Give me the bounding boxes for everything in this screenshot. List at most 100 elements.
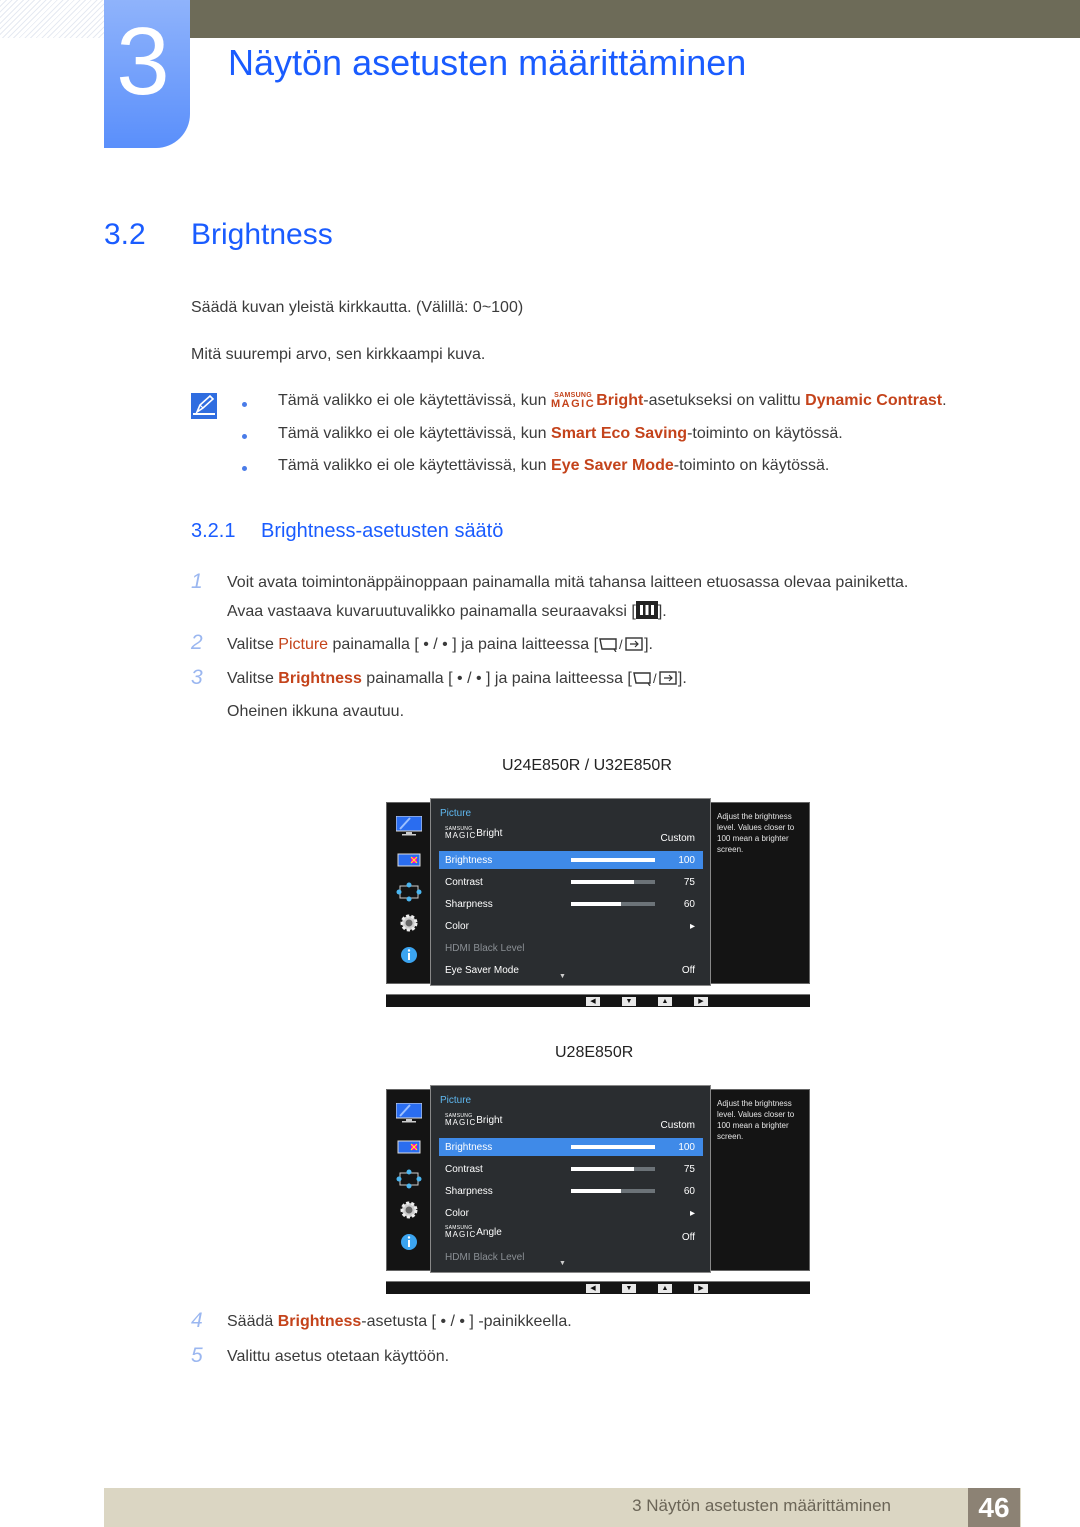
info-icon[interactable] xyxy=(396,945,422,965)
osd-item-value: 75 xyxy=(683,1164,695,1175)
osd-item-label: SAMSUNG MAGIC Bright xyxy=(445,826,503,840)
step-text-part: -asetusta [ • / • ] -painikkeella. xyxy=(361,1313,572,1330)
nav-left-button[interactable]: ◀ xyxy=(586,1284,600,1293)
bullet-icon xyxy=(242,402,247,407)
samsung-magic-logo: SAMSUNG MAGIC xyxy=(445,826,477,840)
osd-item-label: Sharpness xyxy=(445,1186,493,1197)
osd-item-value: Off xyxy=(681,965,695,976)
scroll-down-icon: ▼ xyxy=(559,973,566,980)
model-label: U24E850R / U32E850R xyxy=(502,757,672,774)
step-text: Säädä Brightness-asetusta [ • / • ] -pai… xyxy=(227,1313,572,1331)
bullet-icon xyxy=(242,466,247,471)
nav-left-button[interactable]: ◀ xyxy=(586,997,600,1006)
model-label: U28E850R xyxy=(555,1044,634,1061)
menu-button-icon xyxy=(635,601,658,619)
section-number: 3.2 xyxy=(104,218,146,251)
step-text: Avaa vastaava kuvaruutuvalikko painamall… xyxy=(227,601,667,621)
osd-item-value: ▸ xyxy=(689,921,695,932)
osd-menu-item-angle[interactable]: SAMSUNG MAGIC Angle Off xyxy=(439,1226,703,1244)
onscreen-display-icon[interactable] xyxy=(396,850,422,870)
step-text-part: ]. xyxy=(657,603,667,620)
note-text: Tämä valikko ei ole käytettävissä, kun xyxy=(278,425,552,442)
note-item: Tämä valikko ei ole käytettävissä, kun E… xyxy=(278,457,829,475)
nav-up-button[interactable]: ▲ xyxy=(658,997,672,1006)
magic-logo-bottom: MAGIC xyxy=(551,398,596,410)
osd-menu-item-color[interactable]: Color ▸ xyxy=(439,917,703,935)
osd-level-fill xyxy=(571,880,634,884)
osd-menu-item-brightness[interactable]: Brightness 100 xyxy=(439,1138,703,1156)
step-number: 1 xyxy=(191,570,203,593)
osd-item-value: Custom xyxy=(660,833,695,844)
osd-menu-item-sharpness[interactable]: Sharpness 60 xyxy=(439,895,703,913)
osd-menu-item-sharpness[interactable]: Sharpness 60 xyxy=(439,1182,703,1200)
osd-menu-item-contrast[interactable]: Contrast 75 xyxy=(439,873,703,891)
osd-screenshot: Adjust the brightness level. Values clos… xyxy=(386,1085,810,1297)
note-text: Tämä valikko ei ole käytettävissä, kun xyxy=(278,392,552,409)
osd-level-bar[interactable] xyxy=(571,1145,655,1149)
osd-item-label: HDMI Black Level xyxy=(445,943,525,954)
osd-help-panel: Adjust the brightness level. Values clos… xyxy=(710,802,810,984)
osd-item-value: 75 xyxy=(683,877,695,888)
osd-level-bar[interactable] xyxy=(571,1189,655,1193)
osd-item-value: 100 xyxy=(678,1142,695,1153)
osd-level-fill xyxy=(571,858,655,862)
nav-right-button[interactable]: ▶ xyxy=(694,997,708,1006)
step-number: 3 xyxy=(191,666,203,689)
osd-menu-item-color[interactable]: Color ▸ xyxy=(439,1204,703,1222)
step-text-part: ]. xyxy=(644,636,653,653)
osd-menu-item-hdmi-black-level[interactable]: HDMI Black Level xyxy=(439,939,703,957)
page-footer: 3 Näytön asetusten määrittäminen xyxy=(104,1488,1021,1527)
size-position-icon[interactable] xyxy=(396,1169,422,1189)
osd-menu-item-bright[interactable]: SAMSUNG MAGIC Bright Custom xyxy=(439,1114,703,1132)
step-text: Voit avata toimintonäppäinoppaan painama… xyxy=(227,574,909,591)
note-item: Tämä valikko ei ole käytettävissä, kun S… xyxy=(278,392,947,410)
onscreen-display-icon[interactable] xyxy=(396,1137,422,1157)
osd-item-label: SAMSUNG MAGIC Bright xyxy=(445,1113,503,1127)
svg-text:/: / xyxy=(653,671,657,686)
info-icon[interactable] xyxy=(396,1232,422,1252)
nav-down-button[interactable]: ▼ xyxy=(622,997,636,1006)
osd-help-panel: Adjust the brightness level. Values clos… xyxy=(710,1089,810,1271)
step-text-part: painamalla [ • / • ] ja paina laitteessa… xyxy=(328,636,599,653)
header-hatch-decoration xyxy=(0,0,104,38)
settings-gear-icon[interactable] xyxy=(396,913,422,933)
osd-item-value: 60 xyxy=(683,899,695,910)
osd-menu-title: Picture xyxy=(440,1095,472,1106)
note-text: Tämä valikko ei ole käytettävissä, kun xyxy=(278,457,552,474)
osd-item-label: Color xyxy=(445,1208,469,1219)
step-text-part: painamalla [ • / • ] ja paina laitteessa… xyxy=(361,670,632,687)
step-text-part: Avaa vastaava kuvaruutuvalikko painamall… xyxy=(227,603,636,620)
note-text: -toiminto on käytössä. xyxy=(673,457,830,474)
osd-item-label: Brightness xyxy=(445,855,493,866)
step-number: 5 xyxy=(191,1344,203,1367)
settings-gear-icon[interactable] xyxy=(396,1200,422,1220)
footer-chapter-title: 3 Näytön asetusten määrittäminen xyxy=(632,1496,891,1515)
note-text: -toiminto on käytössä. xyxy=(687,425,843,442)
osd-menu-item-contrast[interactable]: Contrast 75 xyxy=(439,1160,703,1178)
osd-level-fill xyxy=(571,1189,622,1193)
highlight-term: Brightness xyxy=(277,1313,362,1330)
size-position-icon[interactable] xyxy=(396,882,422,902)
osd-level-bar[interactable] xyxy=(571,880,655,884)
osd-menu-item-brightness[interactable]: Brightness 100 xyxy=(439,851,703,869)
nav-down-button[interactable]: ▼ xyxy=(622,1284,636,1293)
osd-level-bar[interactable] xyxy=(571,902,655,906)
note-text: -asetukseksi on valittu xyxy=(643,392,806,409)
chapter-badge: 3 xyxy=(104,0,190,148)
osd-level-bar[interactable] xyxy=(571,1167,655,1171)
note-text: . xyxy=(942,392,947,409)
osd-item-value: 60 xyxy=(683,1186,695,1197)
intro-paragraph-2: Mitä suurempi arvo, sen kirkkaampi kuva. xyxy=(191,346,486,363)
osd-menu-item-hdmi-black-level[interactable]: HDMI Black Level xyxy=(439,1248,703,1266)
osd-menu-item-bright[interactable]: SAMSUNG MAGIC Bright Custom xyxy=(439,827,703,845)
osd-menu-item-eye-saver-mode[interactable]: Eye Saver Mode Off xyxy=(439,961,703,979)
osd-level-bar[interactable] xyxy=(571,858,655,862)
picture-monitor-icon[interactable] xyxy=(395,815,423,836)
osd-help-text: Adjust the brightness level. Values clos… xyxy=(717,812,795,854)
nav-up-button[interactable]: ▲ xyxy=(658,1284,672,1293)
samsung-magic-logo: SAMSUNG MAGIC xyxy=(445,1225,477,1239)
note-item: Tämä valikko ei ole käytettävissä, kun S… xyxy=(278,425,843,443)
highlight-term: Bright xyxy=(596,392,644,409)
nav-right-button[interactable]: ▶ xyxy=(694,1284,708,1293)
picture-monitor-icon[interactable] xyxy=(395,1102,423,1123)
